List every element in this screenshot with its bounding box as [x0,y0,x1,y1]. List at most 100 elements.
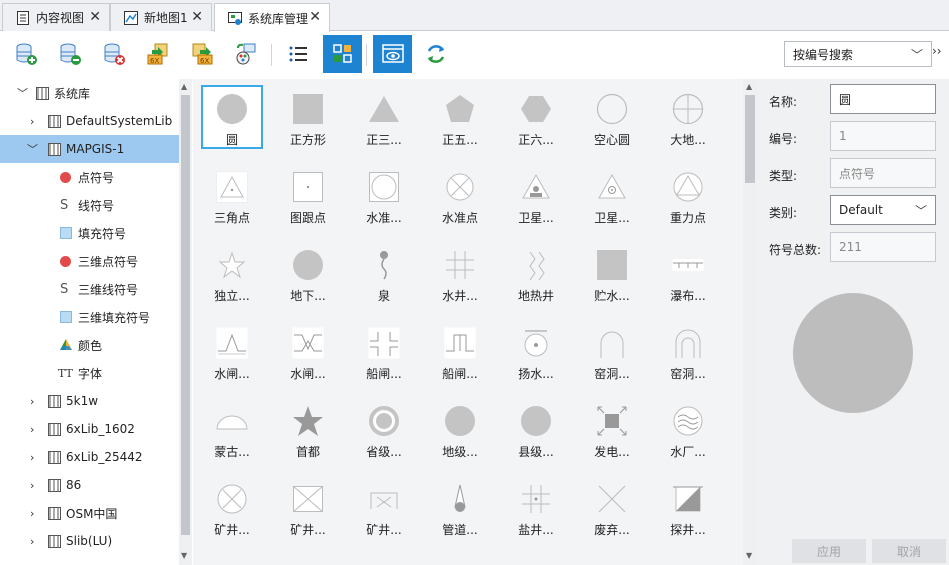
tree-root[interactable]: ﹀ 系统库 [0,79,179,107]
tree-scrollbar[interactable]: ▲ ▼ [179,79,192,565]
salt-well-symbol-icon [522,485,550,513]
scroll-up-icon[interactable]: ▲ [746,82,752,91]
tree-item-5k1w[interactable]: › 5k1w [0,387,179,415]
chevron-right-icon[interactable]: › [30,423,34,436]
symbol-cell[interactable]: 管道... [429,475,491,539]
symbol-grid-scrollbar[interactable]: ▲ ▼ [743,79,757,565]
apply-button[interactable]: 应用 [792,539,866,563]
cancel-button[interactable]: 取消 [872,539,946,563]
symbol-cell[interactable]: 卫星... [581,163,643,227]
export-6x-button[interactable]: 6X [184,36,220,72]
icon-view-button[interactable] [323,35,362,73]
tree-item-3d-fill-symbols[interactable]: 三维填充符号 [0,303,179,331]
symbol-cell[interactable]: 三角点 [201,163,263,227]
chevron-right-icon[interactable]: › [30,535,34,548]
tree-item-osm-china[interactable]: › OSM中国 [0,499,179,527]
refresh-button[interactable] [418,36,454,72]
symbol-cell[interactable]: 水厂... [657,397,719,461]
scroll-down-icon[interactable]: ▼ [181,551,187,560]
preview-button[interactable] [373,35,412,73]
symbol-cell[interactable]: 矿井... [201,475,263,539]
scrollbar-thumb[interactable] [181,95,190,535]
symbol-cell[interactable]: 矿井... [353,475,415,539]
symbol-cell[interactable]: 船闸... [353,319,415,383]
symbol-cell[interactable]: 窑洞... [657,319,719,383]
symbol-cell[interactable]: 蒙古... [201,397,263,461]
close-icon[interactable]: ✕ [309,9,321,25]
tree-item-3d-line-symbols[interactable]: S 三维线符号 [0,275,179,303]
symbol-cell[interactable]: 水闸... [201,319,263,383]
symbol-cell[interactable]: 发电... [581,397,643,461]
symbol-cell[interactable]: 窑洞... [581,319,643,383]
scrollbar-thumb[interactable] [745,95,755,183]
symbol-cell[interactable]: 地级... [429,397,491,461]
symbol-cell[interactable]: 废弃... [581,475,643,539]
symbol-cell[interactable]: 独立... [201,241,263,305]
symbol-cell[interactable]: 圆 [201,85,263,149]
symbol-cell[interactable]: 扬水... [505,319,567,383]
symbol-cell[interactable]: 大地... [657,85,719,149]
symbol-cell[interactable]: 贮水... [581,241,643,305]
symbol-cell[interactable]: 省级... [353,397,415,461]
name-field[interactable]: 圆 [830,84,936,114]
tab-system-library[interactable]: 系统库管理 ✕ [214,3,330,32]
symbol-cell[interactable]: 船闸... [429,319,491,383]
list-view-button[interactable] [280,36,316,72]
symbol-cell[interactable]: 地热井 [505,241,567,305]
symbol-cell[interactable]: 正五... [429,85,491,149]
tree-item-line-symbols[interactable]: S 线符号 [0,191,179,219]
add-library-button[interactable] [8,36,44,72]
tree-item-slib-lu[interactable]: › Slib(LU) [0,527,179,555]
symbol-cell[interactable]: 盐井... [505,475,567,539]
tree-item-6xlib-1602[interactable]: › 6xLib_1602 [0,415,179,443]
delete-library-button[interactable] [96,36,132,72]
remove-library-button[interactable] [52,36,88,72]
tab-content-view[interactable]: 内容视图 ✕ [2,3,110,31]
symbol-cell[interactable]: 水闸... [277,319,339,383]
chevron-right-icon[interactable]: › [30,479,34,492]
scroll-up-icon[interactable]: ▲ [181,82,187,91]
symbol-cell[interactable]: 图跟点 [277,163,339,227]
tree-item-mapgis-1[interactable]: ﹀ MAPGIS-1 [0,135,179,163]
tree-item-86[interactable]: › 86 [0,471,179,499]
convert-library-button[interactable] [228,36,264,72]
chevron-right-icon[interactable]: › [30,115,34,128]
import-6x-button[interactable]: 6X [140,36,176,72]
symbol-cell[interactable]: 县级... [505,397,567,461]
symbol-cell[interactable]: 瀑布... [657,241,719,305]
tab-new-map[interactable]: 新地图1 ✕ [110,3,212,31]
symbol-cell[interactable]: 重力点 [657,163,719,227]
symbol-cell[interactable]: 地下... [277,241,339,305]
symbol-cell[interactable]: 正方形 [277,85,339,149]
close-icon[interactable]: ✕ [89,9,101,25]
tree-item-point-symbols[interactable]: 点符号 [0,163,179,191]
chevron-down-icon[interactable]: ﹀ [27,141,38,157]
tree-item-colors[interactable]: 颜色 [0,331,179,359]
tree-item-3d-point-symbols[interactable]: 三维点符号 [0,247,179,275]
symbol-cell[interactable]: 泉 [353,241,415,305]
symbol-cell[interactable]: 探井... [657,475,719,539]
symbol-cell[interactable]: 水井... [429,241,491,305]
database-add-icon [16,43,37,65]
chevron-right-icon[interactable]: › [30,395,34,408]
symbol-cell[interactable]: 正三... [353,85,415,149]
tree-item-defaultsystemlib[interactable]: › DefaultSystemLib [0,107,179,135]
symbol-cell[interactable]: 矿井... [277,475,339,539]
tree-item-6xlib-25442[interactable]: › 6xLib_25442 [0,443,179,471]
symbol-cell[interactable]: 水准点 [429,163,491,227]
symbol-cell[interactable]: 卫星... [505,163,567,227]
search-mode-select[interactable]: 按编号搜索 ﹀ [784,41,932,67]
chevron-right-icon[interactable]: › [30,507,34,520]
symbol-cell[interactable]: 正六... [505,85,567,149]
close-icon[interactable]: ✕ [191,9,203,25]
scroll-down-icon[interactable]: ▼ [746,551,752,560]
symbol-cell[interactable]: 水准... [353,163,415,227]
overflow-chevron-icon[interactable]: ›› [932,44,942,58]
category-select[interactable]: Default ﹀ [830,195,936,225]
tree-item-fill-symbols[interactable]: 填充符号 [0,219,179,247]
tree-item-fonts[interactable]: TT 字体 [0,359,179,387]
symbol-cell[interactable]: 空心圆 [581,85,643,149]
symbol-cell[interactable]: 首都 [277,397,339,461]
chevron-right-icon[interactable]: › [30,451,34,464]
chevron-down-icon[interactable]: ﹀ [17,85,28,101]
